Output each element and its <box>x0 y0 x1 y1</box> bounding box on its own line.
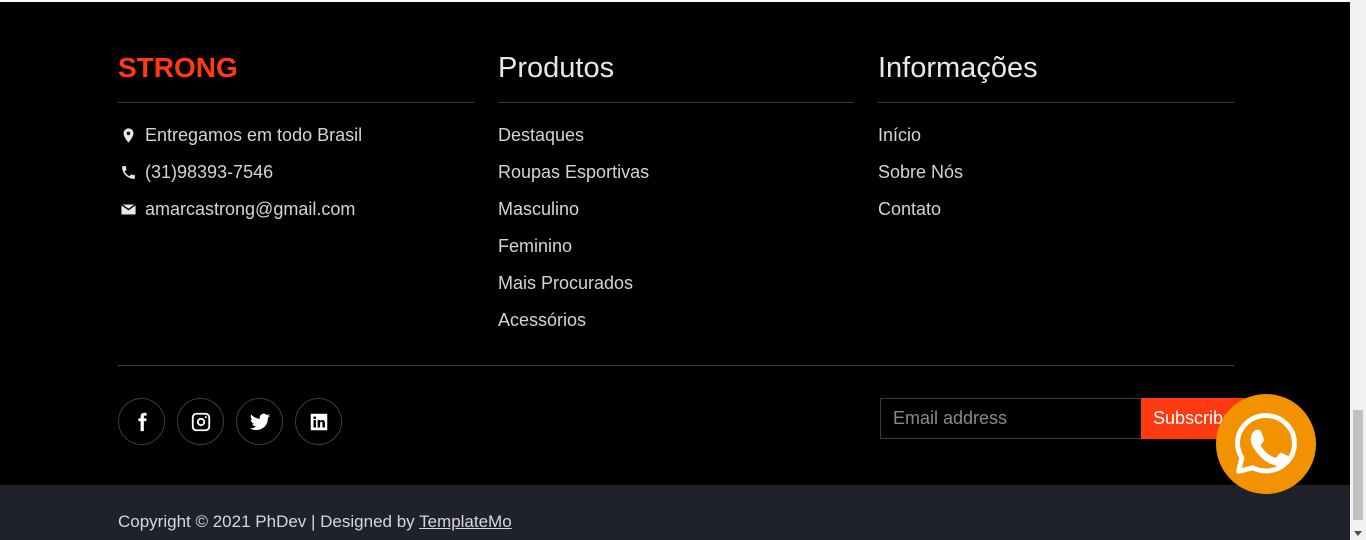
contact-item-address: Entregamos em todo Brasil <box>118 117 474 154</box>
facebook-link[interactable] <box>118 398 165 445</box>
contact-address-text: Entregamos em todo Brasil <box>145 125 363 145</box>
contact-item-email: amarcastrong@gmail.com <box>118 191 474 228</box>
phone-icon <box>118 163 138 183</box>
instagram-link[interactable] <box>177 398 224 445</box>
informacoes-link-sobre-nos[interactable]: Sobre Nós <box>878 154 1234 191</box>
instagram-icon <box>191 412 210 431</box>
footer-produtos-column: Produtos Destaques Roupas Esportivas Mas… <box>498 50 854 339</box>
informacoes-heading: Informações <box>878 50 1234 103</box>
brand-logo[interactable]: STRONG <box>118 50 474 103</box>
facebook-icon <box>137 412 147 431</box>
contact-phone-text: (31)98393-7546 <box>145 162 274 182</box>
informacoes-link-contato[interactable]: Contato <box>878 191 1234 228</box>
footer-bottom-bar: Copyright © 2021 PhDev | Designed by Tem… <box>0 485 1350 540</box>
linkedin-icon <box>310 413 327 430</box>
map-marker-icon <box>118 126 138 146</box>
produtos-link-destaques[interactable]: Destaques <box>498 117 854 154</box>
linkedin-link[interactable] <box>295 398 342 445</box>
envelope-icon <box>118 200 138 220</box>
informacoes-list: Início Sobre Nós Contato <box>878 117 1234 228</box>
contact-email-text: amarcastrong@gmail.com <box>145 199 356 219</box>
produtos-link-feminino[interactable]: Feminino <box>498 228 854 265</box>
copyright-text: Copyright © 2021 PhDev | Designed by Tem… <box>118 512 512 532</box>
contact-list: Entregamos em todo Brasil (31)98393-7546… <box>118 117 474 228</box>
copyright-label: Copyright © 2021 PhDev | Designed by <box>118 512 420 531</box>
page-scrollbar[interactable] <box>1350 0 1366 540</box>
produtos-link-roupas-esportivas[interactable]: Roupas Esportivas <box>498 154 854 191</box>
templatemo-link[interactable]: TemplateMo <box>419 512 512 531</box>
site-footer: STRONG Entregamos em todo Brasil (31)983… <box>0 2 1350 485</box>
footer-informacoes-column: Informações Início Sobre Nós Contato <box>878 50 1234 228</box>
twitter-link[interactable] <box>236 398 283 445</box>
scroll-down-arrow-icon[interactable] <box>1354 531 1362 536</box>
whatsapp-button[interactable] <box>1216 394 1316 494</box>
footer-divider <box>118 365 1234 366</box>
scrollbar-thumb[interactable] <box>1353 410 1363 520</box>
whatsapp-icon <box>1235 413 1297 474</box>
produtos-heading: Produtos <box>498 50 854 103</box>
email-address-input[interactable] <box>880 398 1141 439</box>
twitter-icon <box>249 413 270 430</box>
produtos-link-masculino[interactable]: Masculino <box>498 191 854 228</box>
produtos-list: Destaques Roupas Esportivas Masculino Fe… <box>498 117 854 339</box>
contact-item-phone: (31)98393-7546 <box>118 154 474 191</box>
social-links <box>118 398 342 445</box>
produtos-link-mais-procurados[interactable]: Mais Procurados <box>498 265 854 302</box>
footer-brand-column: STRONG Entregamos em todo Brasil (31)983… <box>118 50 474 228</box>
produtos-link-acessorios[interactable]: Acessórios <box>498 302 854 339</box>
subscribe-form: Subscribe <box>880 398 1245 439</box>
informacoes-link-inicio[interactable]: Início <box>878 117 1234 154</box>
